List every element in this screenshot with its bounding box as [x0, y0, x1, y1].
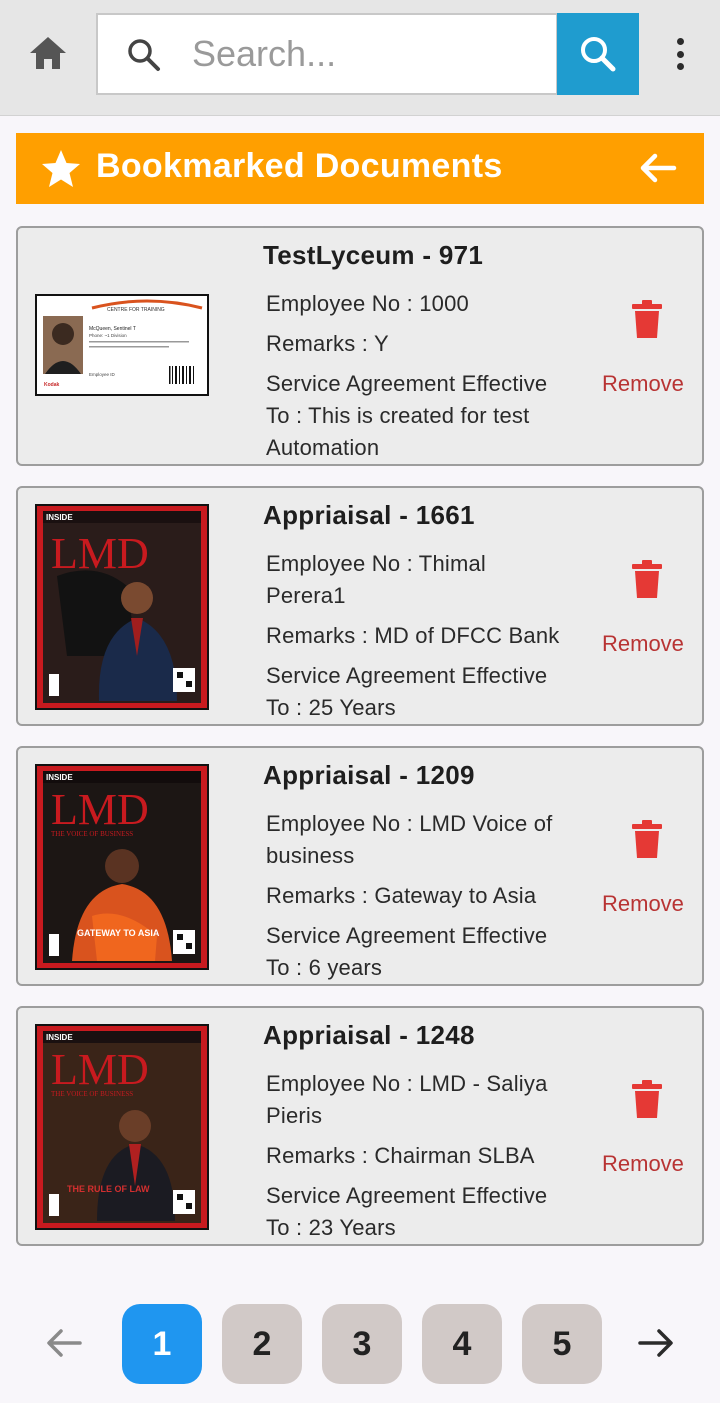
document-details: Employee No : LMD - Saliya Pieris Remark…	[266, 1068, 566, 1252]
page-button-5[interactable]: 5	[522, 1304, 602, 1384]
svg-text:THE RULE OF LAW: THE RULE OF LAW	[67, 1184, 150, 1194]
previous-page-icon[interactable]	[44, 1323, 84, 1363]
trash-icon[interactable]	[630, 560, 664, 600]
page-button-2[interactable]: 2	[222, 1304, 302, 1384]
document-card[interactable]: INSIDE LMD Appriaisal - 1661 Employee No…	[16, 486, 704, 726]
document-details: Employee No : 1000 Remarks : Y Service A…	[266, 288, 566, 472]
svg-text:Employee ID: Employee ID	[89, 372, 116, 377]
svg-text:LMD: LMD	[51, 785, 149, 834]
svg-text:LMD: LMD	[51, 1045, 149, 1094]
search-button[interactable]	[557, 13, 639, 95]
trash-icon[interactable]	[630, 820, 664, 860]
id-card-image: CENTRE FOR TRAINING McQueen, Sentinel T …	[37, 296, 207, 394]
svg-text:GATEWAY TO ASIA: GATEWAY TO ASIA	[77, 928, 160, 938]
star-icon	[42, 150, 80, 187]
remarks: Remarks : Chairman SLBA	[266, 1143, 535, 1168]
employee-no: Employee No : Thimal Perera1	[266, 551, 487, 608]
svg-text:Kodak: Kodak	[44, 382, 60, 388]
remarks: Remarks : Gateway to Asia	[266, 883, 537, 908]
document-card[interactable]: CENTRE FOR TRAINING McQueen, Sentinel T …	[16, 226, 704, 466]
service-agreement: Service Agreement Effective To : This is…	[266, 371, 548, 460]
document-title: Appriaisal - 1661	[263, 500, 475, 530]
trash-icon[interactable]	[630, 1080, 664, 1120]
document-title: Appriaisal - 1209	[263, 760, 475, 790]
home-icon	[30, 37, 66, 69]
home-button[interactable]	[24, 32, 72, 74]
search-field[interactable]	[96, 13, 558, 95]
back-arrow-icon[interactable]	[636, 147, 678, 189]
svg-text:INSIDE: INSIDE	[46, 513, 73, 522]
search-icon	[581, 37, 616, 72]
magazine-cover-image: INSIDE LMD THE VOICE OF BUSINESS GATEWAY…	[37, 766, 207, 968]
remove-button[interactable]: Remove	[602, 371, 684, 397]
more-options-button[interactable]	[664, 34, 696, 74]
document-thumbnail: INSIDE LMD	[35, 504, 209, 710]
svg-text:Phone: ~1 Division: Phone: ~1 Division	[89, 333, 127, 338]
document-card[interactable]: INSIDE LMD THE VOICE OF BUSINESS THE RUL…	[16, 1006, 704, 1246]
document-title: Appriaisal - 1248	[263, 1020, 475, 1050]
magazine-cover-image: INSIDE LMD	[37, 506, 207, 708]
document-thumbnail: CENTRE FOR TRAINING McQueen, Sentinel T …	[35, 294, 209, 396]
remove-button[interactable]: Remove	[602, 631, 684, 657]
svg-text:THE VOICE OF BUSINESS: THE VOICE OF BUSINESS	[51, 830, 133, 838]
search-input[interactable]	[192, 29, 542, 79]
svg-text:McQueen, Sentinel T: McQueen, Sentinel T	[89, 326, 136, 332]
remarks: Remarks : MD of DFCC Bank	[266, 623, 560, 648]
bookmarks-header: Bookmarked Documents	[16, 133, 704, 204]
document-thumbnail: INSIDE LMD THE VOICE OF BUSINESS THE RUL…	[35, 1024, 209, 1230]
next-page-icon[interactable]	[636, 1323, 676, 1363]
more-vert-icon	[676, 38, 684, 45]
employee-no: Employee No : 1000	[266, 291, 469, 316]
document-title: TestLyceum - 971	[263, 240, 484, 270]
svg-text:THE VOICE OF BUSINESS: THE VOICE OF BUSINESS	[51, 1090, 133, 1098]
page-button-3[interactable]: 3	[322, 1304, 402, 1384]
page-button-1[interactable]: 1	[122, 1304, 202, 1384]
service-agreement: Service Agreement Effective To : 23 Year…	[266, 1183, 548, 1240]
service-agreement: Service Agreement Effective To : 25 Year…	[266, 663, 548, 720]
svg-text:CENTRE FOR TRAINING: CENTRE FOR TRAINING	[107, 307, 165, 313]
service-agreement: Service Agreement Effective To : 6 years	[266, 923, 548, 980]
magazine-cover-image: INSIDE LMD THE VOICE OF BUSINESS THE RUL…	[37, 1026, 207, 1228]
trash-icon[interactable]	[630, 300, 664, 340]
document-details: Employee No : LMD Voice of business Rema…	[266, 808, 566, 992]
page-button-4[interactable]: 4	[422, 1304, 502, 1384]
svg-text:LMD: LMD	[51, 529, 149, 578]
document-details: Employee No : Thimal Perera1 Remarks : M…	[266, 548, 566, 732]
search-icon	[128, 39, 160, 71]
employee-no: Employee No : LMD Voice of business	[266, 811, 553, 868]
svg-text:INSIDE: INSIDE	[46, 1033, 73, 1042]
page-title: Bookmarked Documents	[96, 147, 503, 185]
document-thumbnail: INSIDE LMD THE VOICE OF BUSINESS GATEWAY…	[35, 764, 209, 970]
remove-button[interactable]: Remove	[602, 1151, 684, 1177]
svg-text:INSIDE: INSIDE	[46, 773, 73, 782]
remarks: Remarks : Y	[266, 331, 389, 356]
document-card[interactable]: INSIDE LMD THE VOICE OF BUSINESS GATEWAY…	[16, 746, 704, 986]
top-app-bar	[0, 0, 720, 116]
employee-no: Employee No : LMD - Saliya Pieris	[266, 1071, 548, 1128]
remove-button[interactable]: Remove	[602, 891, 684, 917]
